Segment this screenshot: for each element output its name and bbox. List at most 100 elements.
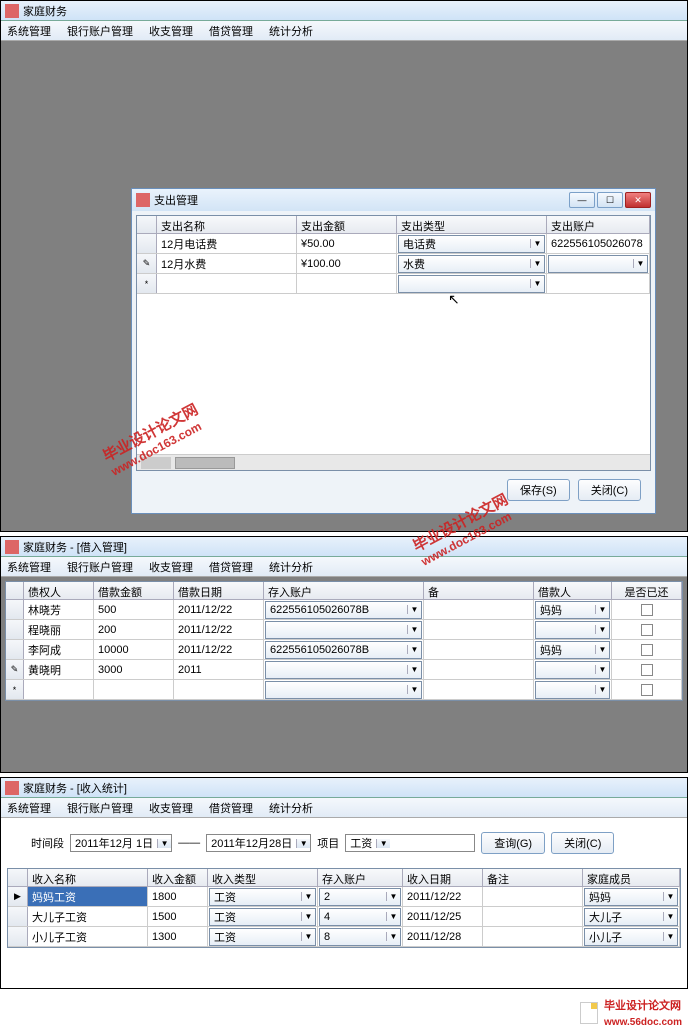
query-button[interactable]: 查询(G): [481, 832, 545, 854]
horizontal-scrollbar[interactable]: [137, 454, 650, 470]
save-button[interactable]: 保存(S): [507, 479, 570, 501]
borrower-combo[interactable]: 妈妈▼: [535, 601, 610, 619]
chevron-down-icon[interactable]: ▼: [663, 912, 677, 921]
col-account[interactable]: 存入账户: [318, 869, 403, 886]
chevron-down-icon[interactable]: ▼: [386, 892, 400, 901]
account-combo[interactable]: ▼: [265, 681, 422, 699]
row-header[interactable]: [137, 234, 157, 253]
borrower-combo[interactable]: 妈妈▼: [535, 641, 610, 659]
col-name[interactable]: 支出名称: [157, 216, 297, 233]
table-row[interactable]: 大儿子工资 1500 工资▼ 4▼ 2011/12/25 大儿子▼: [8, 907, 680, 927]
menu-stats[interactable]: 统计分析: [269, 800, 313, 816]
date-from[interactable]: 2011年12月 1日▼: [70, 834, 172, 852]
repaid-checkbox[interactable]: [641, 644, 653, 656]
col-date[interactable]: 收入日期: [403, 869, 483, 886]
account-combo[interactable]: 2▼: [319, 888, 401, 906]
row-header-edit[interactable]: ✎: [137, 254, 157, 273]
loan-grid[interactable]: 债权人 借款金额 借款日期 存入账户 备 借款人 是否已还 林晓芳 500 20…: [5, 581, 683, 701]
row-header-current[interactable]: ▶: [8, 887, 28, 906]
menu-system[interactable]: 系统管理: [7, 800, 51, 816]
col-amount[interactable]: 收入金额: [148, 869, 208, 886]
type-combo[interactable]: 工资▼: [209, 928, 316, 946]
menu-bank[interactable]: 银行账户管理: [67, 559, 133, 575]
chevron-down-icon[interactable]: ▼: [301, 912, 315, 921]
col-amount[interactable]: 借款金额: [94, 582, 174, 599]
col-date[interactable]: 借款日期: [174, 582, 264, 599]
account-combo[interactable]: 622556105026078B▼: [265, 641, 422, 659]
row-header-edit[interactable]: ✎: [6, 660, 24, 679]
account-combo[interactable]: 8▼: [319, 928, 401, 946]
table-row[interactable]: 林晓芳 500 2011/12/22 622556105026078B▼ 妈妈▼: [6, 600, 682, 620]
col-amount[interactable]: 支出金额: [297, 216, 397, 233]
account-combo[interactable]: ▼: [265, 661, 422, 679]
type-combo[interactable]: 电话费▼: [398, 235, 545, 253]
menu-loan[interactable]: 借贷管理: [209, 23, 253, 39]
type-combo[interactable]: 水费▼: [398, 255, 545, 273]
expense-grid[interactable]: 支出名称 支出金额 支出类型 支出账户 12月电话费 ¥50.00 电话费▼ 6…: [136, 215, 651, 471]
table-row[interactable]: 李阿成 10000 2011/12/22 622556105026078B▼ 妈…: [6, 640, 682, 660]
row-header-new[interactable]: *: [6, 680, 24, 699]
borrower-combo[interactable]: ▼: [535, 661, 610, 679]
chevron-down-icon[interactable]: ▼: [407, 605, 421, 614]
account-combo[interactable]: ▼: [548, 255, 648, 273]
type-combo[interactable]: ▼: [398, 275, 545, 293]
repaid-checkbox[interactable]: [641, 664, 653, 676]
account-combo[interactable]: ▼: [265, 621, 422, 639]
member-combo[interactable]: 小儿子▼: [584, 928, 678, 946]
chevron-down-icon[interactable]: ▼: [301, 892, 315, 901]
col-note[interactable]: 备注: [483, 869, 583, 886]
close-button[interactable]: 关闭(C): [551, 832, 614, 854]
menu-stats[interactable]: 统计分析: [269, 559, 313, 575]
menu-income[interactable]: 收支管理: [149, 800, 193, 816]
close-button[interactable]: 关闭(C): [578, 479, 641, 501]
borrower-combo[interactable]: ▼: [535, 681, 610, 699]
maximize-button[interactable]: ☐: [597, 192, 623, 208]
menu-system[interactable]: 系统管理: [7, 559, 51, 575]
col-account[interactable]: 存入账户: [264, 582, 424, 599]
type-combo[interactable]: 工资▼: [209, 888, 316, 906]
item-combo[interactable]: 工资▼: [345, 834, 475, 852]
col-name[interactable]: 收入名称: [28, 869, 148, 886]
title-bar[interactable]: 家庭财务: [1, 1, 687, 21]
chevron-down-icon[interactable]: ▼: [407, 625, 421, 634]
chevron-down-icon[interactable]: ▼: [407, 685, 421, 694]
close-button[interactable]: ✕: [625, 192, 651, 208]
chevron-down-icon[interactable]: ▼: [407, 645, 421, 654]
chevron-down-icon[interactable]: ▼: [530, 279, 544, 288]
account-combo[interactable]: 622556105026078B▼: [265, 601, 422, 619]
chevron-down-icon[interactable]: ▼: [595, 685, 609, 694]
chevron-down-icon[interactable]: ▼: [301, 932, 315, 941]
col-type[interactable]: 支出类型: [397, 216, 547, 233]
chevron-down-icon[interactable]: ▼: [595, 645, 609, 654]
col-repaid[interactable]: 是否已还: [612, 582, 682, 599]
menu-income[interactable]: 收支管理: [149, 23, 193, 39]
chevron-down-icon[interactable]: ▼: [157, 839, 171, 848]
menu-loan[interactable]: 借贷管理: [209, 559, 253, 575]
minimize-button[interactable]: —: [569, 192, 595, 208]
chevron-down-icon[interactable]: ▼: [530, 239, 544, 248]
menu-bank[interactable]: 银行账户管理: [67, 23, 133, 39]
col-borrower[interactable]: 借款人: [534, 582, 612, 599]
table-row[interactable]: 程晓丽 200 2011/12/22 ▼ ▼: [6, 620, 682, 640]
account-combo[interactable]: 4▼: [319, 908, 401, 926]
chevron-down-icon[interactable]: ▼: [595, 605, 609, 614]
menu-bank[interactable]: 银行账户管理: [67, 800, 133, 816]
table-row[interactable]: 小儿子工资 1300 工资▼ 8▼ 2011/12/28 小儿子▼: [8, 927, 680, 947]
chevron-down-icon[interactable]: ▼: [595, 625, 609, 634]
table-row[interactable]: 12月电话费 ¥50.00 电话费▼ 622556105026078: [137, 234, 650, 254]
table-row[interactable]: ✎ 12月水费 ¥100.00 水费▼ ▼: [137, 254, 650, 274]
chevron-down-icon[interactable]: ▼: [376, 839, 390, 848]
dialog-title-bar[interactable]: 支出管理 — ☐ ✕: [132, 189, 655, 211]
repaid-checkbox[interactable]: [641, 624, 653, 636]
menu-system[interactable]: 系统管理: [7, 23, 51, 39]
chevron-down-icon[interactable]: ▼: [530, 259, 544, 268]
chevron-down-icon[interactable]: ▼: [296, 839, 310, 848]
chevron-down-icon[interactable]: ▼: [663, 932, 677, 941]
chevron-down-icon[interactable]: ▼: [633, 259, 647, 268]
col-creditor[interactable]: 债权人: [24, 582, 94, 599]
col-note[interactable]: 备: [424, 582, 534, 599]
chevron-down-icon[interactable]: ▼: [386, 912, 400, 921]
col-account[interactable]: 支出账户: [547, 216, 650, 233]
chevron-down-icon[interactable]: ▼: [407, 665, 421, 674]
table-row[interactable]: ▶ 妈妈工资 1800 工资▼ 2▼ 2011/12/22 妈妈▼: [8, 887, 680, 907]
